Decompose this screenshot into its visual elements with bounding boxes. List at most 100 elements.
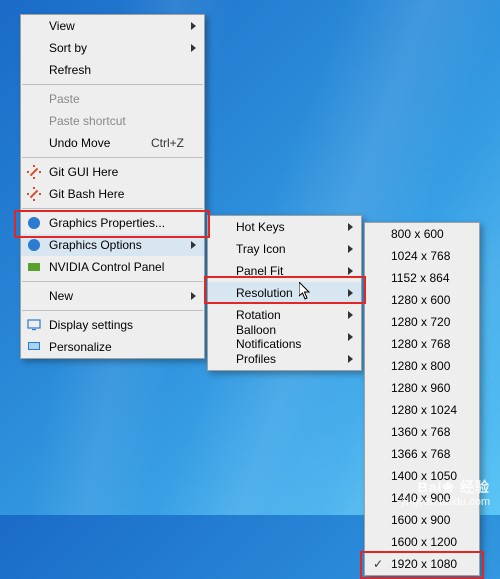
menu-shortcut: Ctrl+Z <box>131 136 184 150</box>
resolution-option[interactable]: 1600 x 1200 <box>365 531 479 553</box>
desktop-context-menu: View Sort by Refresh Paste Paste shortcu… <box>20 14 205 359</box>
watermark-brand: Bai❀ 经验 <box>401 479 490 496</box>
resolution-option[interactable]: 1360 x 768 <box>365 421 479 443</box>
menu-label: Hot Keys <box>236 220 285 234</box>
menu-separator <box>22 84 203 85</box>
resolution-submenu: 800 x 600 1024 x 768 1152 x 864 1280 x 600 1… <box>364 222 480 576</box>
menu-label: Panel Fit <box>236 264 283 278</box>
resolution-label: 1280 x 600 <box>391 293 450 307</box>
menu-item-paste: Paste <box>21 88 204 110</box>
menu-label: Balloon Notifications <box>236 323 341 351</box>
checkmark-icon: ✓ <box>373 557 383 571</box>
menu-item-sort-by[interactable]: Sort by <box>21 37 204 59</box>
resolution-label: 1280 x 720 <box>391 315 450 329</box>
menu-item-graphics-options[interactable]: Graphics Options <box>21 234 204 256</box>
resolution-label: 1360 x 768 <box>391 425 450 439</box>
resolution-option[interactable]: 1280 x 960 <box>365 377 479 399</box>
resolution-option[interactable]: 800 x 600 <box>365 223 479 245</box>
resolution-option[interactable]: 1280 x 720 <box>365 311 479 333</box>
monitor-icon <box>26 317 42 333</box>
menu-label: NVIDIA Control Panel <box>49 260 164 274</box>
watermark-url: jingyan.baidu.com <box>401 496 490 509</box>
submenu-item-profiles[interactable]: Profiles <box>208 348 361 370</box>
menu-label: Tray Icon <box>236 242 286 256</box>
menu-separator <box>22 310 203 311</box>
menu-label: New <box>49 289 73 303</box>
watermark: Bai❀ 经验 jingyan.baidu.com <box>401 479 490 509</box>
resolution-option[interactable]: 1366 x 768 <box>365 443 479 465</box>
submenu-item-panel-fit[interactable]: Panel Fit <box>208 260 361 282</box>
submenu-item-resolution[interactable]: Resolution <box>208 282 361 304</box>
menu-item-undo-move[interactable]: Undo Move Ctrl+Z <box>21 132 204 154</box>
resolution-label: 1280 x 768 <box>391 337 450 351</box>
resolution-label: 1024 x 768 <box>391 249 450 263</box>
resolution-option[interactable]: 1024 x 768 <box>365 245 479 267</box>
submenu-item-balloon-notifications[interactable]: Balloon Notifications <box>208 326 361 348</box>
resolution-option[interactable]: 1280 x 600 <box>365 289 479 311</box>
resolution-option[interactable]: 1280 x 800 <box>365 355 479 377</box>
resolution-option[interactable]: ✓ 1920 x 1080 <box>365 553 479 575</box>
menu-item-new[interactable]: New <box>21 285 204 307</box>
menu-label: View <box>49 19 75 33</box>
chevron-right-icon <box>348 267 353 275</box>
menu-item-personalize[interactable]: Personalize <box>21 336 204 358</box>
menu-label: Paste shortcut <box>49 114 126 128</box>
menu-label: Sort by <box>49 41 87 55</box>
chevron-right-icon <box>348 289 353 297</box>
personalize-icon <box>26 339 42 355</box>
menu-label: Refresh <box>49 63 91 77</box>
menu-label: Git Bash Here <box>49 187 124 201</box>
resolution-label: 1600 x 1200 <box>391 535 457 549</box>
resolution-label: 800 x 600 <box>391 227 444 241</box>
graphics-options-submenu: Hot Keys Tray Icon Panel Fit Resolution … <box>207 215 362 371</box>
nvidia-icon <box>26 259 42 275</box>
chevron-right-icon <box>191 241 196 249</box>
menu-label: Undo Move <box>49 136 110 150</box>
menu-item-git-gui[interactable]: Git GUI Here <box>21 161 204 183</box>
resolution-label: 1152 x 864 <box>391 271 450 285</box>
submenu-item-hot-keys[interactable]: Hot Keys <box>208 216 361 238</box>
resolution-label: 1280 x 1024 <box>391 403 457 417</box>
intel-graphics-icon <box>26 215 42 231</box>
resolution-option[interactable]: 1152 x 864 <box>365 267 479 289</box>
intel-graphics-icon <box>26 237 42 253</box>
menu-label: Git GUI Here <box>49 165 118 179</box>
submenu-item-tray-icon[interactable]: Tray Icon <box>208 238 361 260</box>
resolution-option[interactable]: 1600 x 900 <box>365 509 479 531</box>
resolution-label: 1280 x 800 <box>391 359 450 373</box>
menu-item-paste-shortcut: Paste shortcut <box>21 110 204 132</box>
menu-label: Display settings <box>49 318 133 332</box>
menu-item-display-settings[interactable]: Display settings <box>21 314 204 336</box>
chevron-right-icon <box>348 245 353 253</box>
menu-separator <box>22 157 203 158</box>
resolution-label: 1600 x 900 <box>391 513 450 527</box>
git-icon <box>26 186 42 202</box>
menu-separator <box>22 208 203 209</box>
menu-separator <box>22 281 203 282</box>
menu-label: Personalize <box>49 340 112 354</box>
menu-label: Resolution <box>236 286 293 300</box>
menu-label: Paste <box>49 92 80 106</box>
chevron-right-icon <box>191 22 196 30</box>
chevron-right-icon <box>348 333 353 341</box>
chevron-right-icon <box>191 292 196 300</box>
resolution-option[interactable]: 1280 x 1024 <box>365 399 479 421</box>
menu-item-refresh[interactable]: Refresh <box>21 59 204 81</box>
menu-item-git-bash[interactable]: Git Bash Here <box>21 183 204 205</box>
menu-label: Rotation <box>236 308 281 322</box>
git-icon <box>26 164 42 180</box>
chevron-right-icon <box>191 44 196 52</box>
resolution-option[interactable]: 1280 x 768 <box>365 333 479 355</box>
menu-label: Profiles <box>236 352 276 366</box>
resolution-label: 1920 x 1080 <box>391 557 457 571</box>
chevron-right-icon <box>348 311 353 319</box>
resolution-label: 1280 x 960 <box>391 381 450 395</box>
menu-item-view[interactable]: View <box>21 15 204 37</box>
resolution-label: 1366 x 768 <box>391 447 450 461</box>
menu-label: Graphics Properties... <box>49 216 165 230</box>
chevron-right-icon <box>348 355 353 363</box>
menu-item-graphics-properties[interactable]: Graphics Properties... <box>21 212 204 234</box>
menu-item-nvidia-control-panel[interactable]: NVIDIA Control Panel <box>21 256 204 278</box>
menu-label: Graphics Options <box>49 238 142 252</box>
chevron-right-icon <box>348 223 353 231</box>
